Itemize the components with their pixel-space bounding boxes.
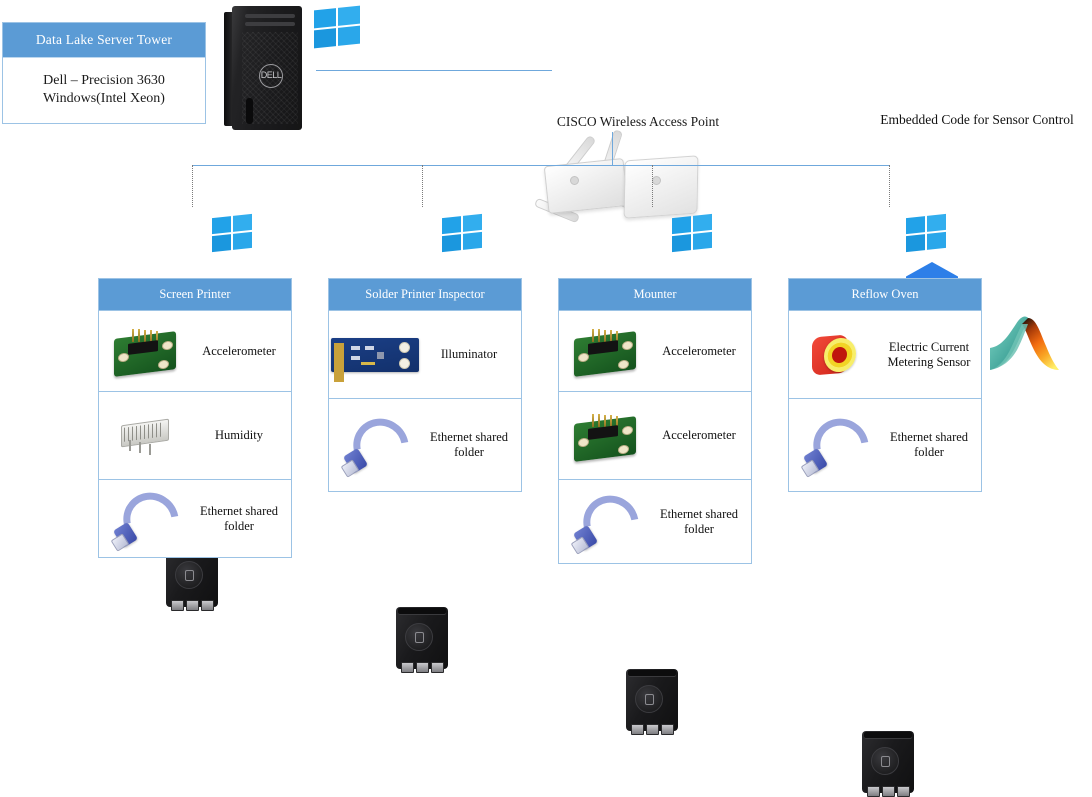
windows-logo-icon	[314, 5, 360, 49]
status-led-icon	[570, 176, 579, 185]
station-row[interactable]: Ethernet shared folder	[559, 479, 751, 563]
current-metering-sensor-icon	[789, 332, 881, 378]
dell-tower-image: DELL	[224, 6, 310, 130]
station-row[interactable]: Accelerometer	[559, 391, 751, 479]
wire-tower-to-access-point	[316, 70, 552, 71]
station-row-label: Ethernet shared folder	[429, 430, 509, 459]
accelerometer-board-icon	[559, 327, 651, 377]
station-row-label: Accelerometer	[662, 343, 736, 358]
windows-logo-icon	[672, 213, 712, 253]
ethernet-cable-icon	[789, 407, 881, 485]
wire-drop-station-2	[422, 165, 423, 207]
data-lake-server-card: Data Lake Server Tower Dell – Precision …	[2, 22, 206, 124]
station-row-label: Illuminator	[440, 347, 498, 361]
station-row-label: Electric Current Metering Sensor	[887, 339, 971, 369]
station-row[interactable]: Accelerometer	[559, 310, 751, 391]
cisco-access-point-image	[528, 129, 704, 228]
ethernet-cable-icon	[99, 481, 191, 558]
station-row[interactable]: Ethernet shared folder	[329, 398, 521, 491]
access-point-unit-front	[543, 157, 629, 215]
illuminator-board-icon	[329, 337, 421, 382]
wire-ap-drop	[612, 132, 613, 165]
station-row-label: Accelerometer	[202, 343, 276, 358]
station-row-label: Ethernet shared folder	[199, 503, 279, 533]
station-title: Solder Printer Inspector	[329, 279, 521, 310]
station-row[interactable]: Electric Current Metering Sensor	[789, 310, 981, 398]
station-row[interactable]: Ethernet shared folder	[789, 398, 981, 491]
matlab-logo-icon	[988, 312, 1060, 374]
humidity-sensor-icon	[99, 416, 191, 456]
access-point-caption: CISCO Wireless Access Point	[556, 114, 720, 129]
server-model-line-1: Dell – Precision 3630	[43, 73, 165, 88]
accelerometer-board-icon	[99, 327, 191, 377]
station-card-mounter[interactable]: Mounter Accelerometer Accelerometer Ethe…	[558, 278, 752, 564]
software-caption: Embedded Code for Sensor Control	[880, 112, 1074, 127]
station-row[interactable]: Humidity	[99, 391, 291, 479]
tower-case: DELL	[232, 6, 302, 130]
station-row-label: Ethernet shared folder	[659, 506, 739, 536]
wire-drop-station-3	[652, 165, 653, 207]
windows-logo-icon	[906, 213, 946, 253]
station-row-label: Ethernet shared folder	[889, 430, 969, 459]
server-model-line-2: Windows(Intel Xeon)	[43, 90, 165, 106]
station-title: Reflow Oven	[789, 279, 981, 310]
tower-vent	[246, 98, 253, 124]
server-card-body: Dell – Precision 3630 Windows(Intel Xeon…	[3, 57, 205, 123]
wire-drop-station-1	[192, 165, 193, 207]
windows-logo-icon	[212, 213, 252, 253]
tower-drive-bay	[245, 22, 295, 26]
dell-logo-icon: DELL	[259, 64, 283, 88]
station-card-solder-printer-inspector[interactable]: Solder Printer Inspector Illuminator Eth…	[328, 278, 522, 492]
station-row[interactable]: Accelerometer	[99, 310, 291, 391]
station-card-reflow-oven[interactable]: Reflow Oven Electric Current Metering Se…	[788, 278, 982, 492]
station-row-label: Humidity	[215, 428, 263, 442]
edge-gateway-station-4	[862, 731, 914, 797]
diagram-canvas: Data Lake Server Tower Dell – Precision …	[0, 0, 1092, 797]
server-card-title: Data Lake Server Tower	[3, 23, 205, 57]
station-row[interactable]: Illuminator	[329, 310, 521, 398]
station-row[interactable]: Ethernet shared folder	[99, 479, 291, 558]
status-led-icon	[652, 176, 661, 185]
edge-gateway-station-2	[396, 607, 448, 673]
accelerometer-board-icon	[559, 412, 651, 462]
wire-bus-horizontal	[192, 165, 890, 166]
windows-logo-icon	[442, 213, 482, 253]
station-card-screen-printer[interactable]: Screen Printer Accelerometer Humidity Et…	[98, 278, 292, 558]
matlab-membrane-svg	[990, 316, 1059, 370]
station-title: Screen Printer	[99, 279, 291, 310]
edge-gateway-station-3	[626, 669, 678, 735]
wire-drop-station-4	[889, 165, 890, 207]
station-title: Mounter	[559, 279, 751, 310]
ethernet-cable-icon	[329, 407, 421, 485]
station-row-label: Accelerometer	[662, 428, 736, 442]
ethernet-cable-icon	[559, 484, 651, 561]
tower-drive-bay	[245, 14, 295, 18]
